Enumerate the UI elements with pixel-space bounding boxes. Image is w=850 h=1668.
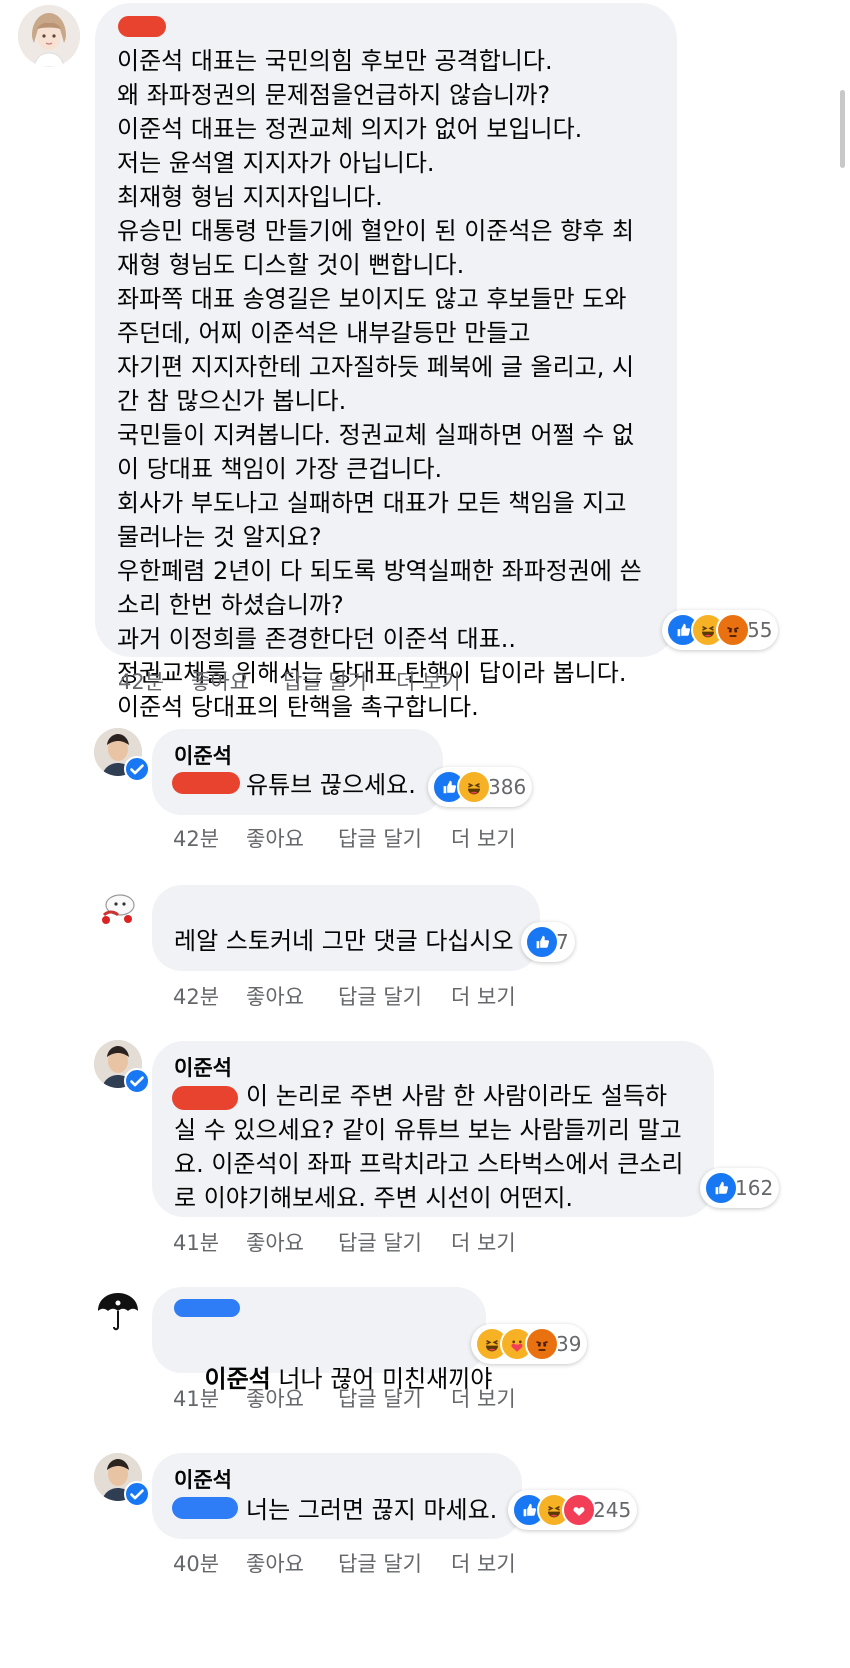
- more-button[interactable]: 더 보기: [451, 1548, 516, 1578]
- reaction-summary[interactable]: 55: [662, 610, 779, 650]
- avatar[interactable]: [94, 885, 142, 933]
- verified-badge-icon: [124, 756, 150, 782]
- like-button[interactable]: 좋아요: [246, 1227, 304, 1257]
- comment-text: 유튜브 끊으세요.: [246, 771, 416, 799]
- like-button[interactable]: 좋아요: [191, 666, 249, 696]
- avatar[interactable]: [18, 5, 80, 67]
- comment-time[interactable]: 41분: [173, 1227, 219, 1257]
- reaction-count: 245: [593, 1498, 632, 1522]
- umbrella-icon: [94, 1287, 142, 1335]
- avatar-illustration-icon: [18, 5, 80, 67]
- like-button[interactable]: 좋아요: [246, 1548, 304, 1578]
- comment-time[interactable]: 40분: [173, 1548, 219, 1578]
- comment-text: 너는 그러면 끊지 마세요.: [246, 1496, 498, 1524]
- reply-button[interactable]: 답글 달기: [338, 1383, 422, 1413]
- comment-author[interactable]: 이준석: [174, 1464, 232, 1494]
- comment-time[interactable]: 42분: [118, 666, 164, 696]
- like-button[interactable]: 좋아요: [246, 823, 304, 853]
- like-button[interactable]: 좋아요: [246, 1383, 304, 1413]
- reaction-summary[interactable]: 7: [521, 922, 575, 962]
- comment-author[interactable]: 이준석: [174, 740, 232, 770]
- reaction-count: 386: [488, 775, 527, 799]
- verified-badge-icon: [124, 1481, 150, 1507]
- more-button[interactable]: 더 보기: [451, 981, 516, 1011]
- reaction-count: 55: [747, 618, 773, 642]
- love-icon: [562, 1493, 596, 1527]
- haha-icon: [457, 770, 491, 804]
- more-button[interactable]: 더 보기: [396, 666, 461, 696]
- comment-text: 이 논리로 주변 사람 한 사람이라도 설득하 실 수 있으세요? 같이 유튜브…: [174, 1082, 684, 1212]
- comment-text: 이준석 너나 끊어 미친새끼야: [174, 1328, 493, 1430]
- comment-text: 이준석 대표는 국민의힘 후보만 공격합니다. 왜 좌파정권의 문제점을언급하지…: [117, 47, 642, 721]
- comment-text: 레알 스토커네 그만 댓글 다십시오: [174, 927, 514, 955]
- scrollbar[interactable]: [840, 90, 845, 168]
- avatar[interactable]: [94, 1287, 142, 1335]
- reaction-summary[interactable]: 39: [471, 1324, 588, 1364]
- like-icon: [525, 925, 559, 959]
- redacted-mention: [172, 1497, 238, 1519]
- reaction-summary[interactable]: 245: [508, 1490, 638, 1530]
- reply-button[interactable]: 답글 달기: [338, 1548, 422, 1578]
- avatar-cartoon-icon: [94, 885, 142, 933]
- comment-time[interactable]: 42분: [173, 823, 219, 853]
- angry-icon: [525, 1327, 559, 1361]
- reaction-summary[interactable]: 162: [700, 1168, 780, 1208]
- reaction-summary[interactable]: 386: [428, 767, 533, 807]
- redacted-author-name: [118, 16, 166, 37]
- comment-author[interactable]: 이준석: [174, 1052, 232, 1082]
- reply-button[interactable]: 답글 달기: [338, 823, 422, 853]
- like-icon: [704, 1171, 738, 1205]
- like-button[interactable]: 좋아요: [246, 981, 304, 1011]
- reaction-count: 39: [556, 1332, 582, 1356]
- reply-button[interactable]: 답글 달기: [283, 666, 367, 696]
- more-button[interactable]: 더 보기: [451, 1383, 516, 1413]
- angry-icon: [716, 613, 750, 647]
- verified-badge-icon: [124, 1068, 150, 1094]
- redacted-mention: [172, 772, 240, 794]
- more-button[interactable]: 더 보기: [451, 1227, 516, 1257]
- reaction-count: 162: [735, 1176, 774, 1200]
- more-button[interactable]: 더 보기: [451, 823, 516, 853]
- reply-button[interactable]: 답글 달기: [338, 981, 422, 1011]
- reply-button[interactable]: 답글 달기: [338, 1227, 422, 1257]
- comment-time[interactable]: 42분: [173, 981, 219, 1011]
- comment-time[interactable]: 41분: [173, 1383, 219, 1413]
- redacted-author-name: [174, 1299, 240, 1317]
